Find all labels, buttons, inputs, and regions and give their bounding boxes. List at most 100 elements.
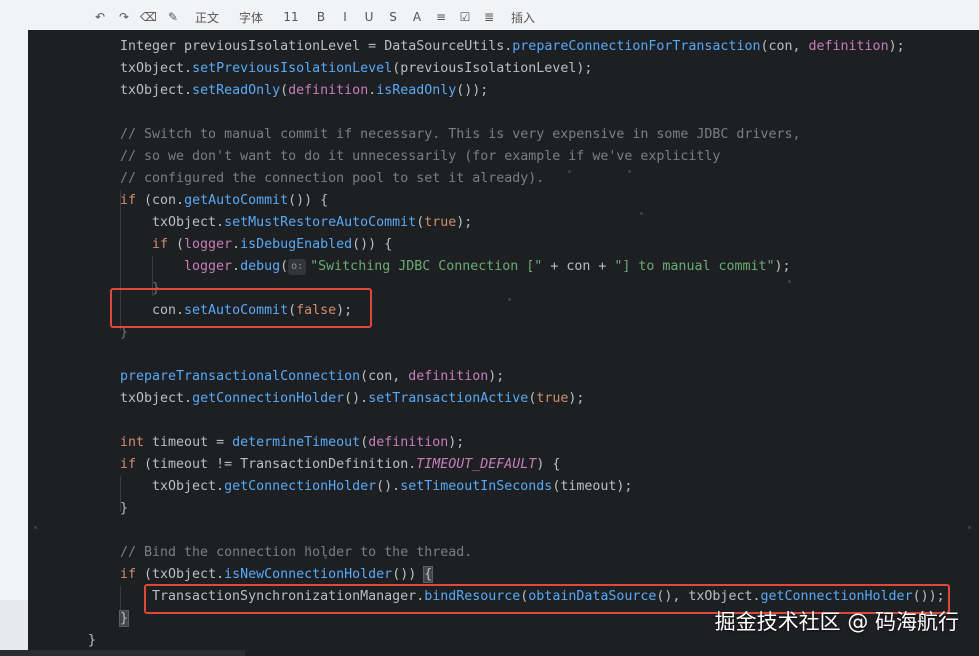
code-token: setTimeoutInSeconds [400, 479, 553, 494]
code-line: txObject.getConnectionHolder().setTransa… [120, 388, 584, 410]
editor-bottom-strip [0, 650, 245, 656]
code-string: "] to manual commit" [614, 259, 775, 274]
code-token: ( [168, 237, 185, 252]
code-token: ); [888, 39, 905, 54]
code-token: ()); [456, 83, 489, 98]
code-comment: // Switch to manual commit if necessary.… [120, 127, 801, 142]
code-token: ()) { [352, 237, 393, 252]
code-token: ( [280, 83, 289, 98]
background-dot [968, 526, 971, 529]
code-token: isDebugEnabled [240, 237, 353, 252]
strikethrough-button[interactable]: S [385, 10, 401, 24]
code-token: DataSourceUtils [384, 39, 505, 54]
code-token: if [120, 193, 137, 208]
code-comment: // Bind the connection holder to the thr… [120, 545, 473, 560]
code-line: if (timeout != TransactionDefinition.TIM… [120, 454, 560, 476]
code-token: (txObject. [136, 567, 225, 582]
code-token: if [120, 457, 137, 472]
font-family-select[interactable]: 字体 [239, 9, 263, 26]
code-line: txObject.getConnectionHolder().setTimeou… [152, 476, 632, 498]
format-painter-icon[interactable]: ⌫ [140, 10, 157, 24]
paragraph-style-select[interactable]: 正文 [195, 9, 219, 26]
code-token: ); [774, 259, 791, 274]
align-button[interactable]: ≣ [481, 10, 497, 24]
closing-brace: } [118, 608, 130, 630]
code-token: (timeout); [552, 479, 633, 494]
code-line: prepareTransactionalConnection(con, defi… [120, 366, 504, 388]
code-token: isReadOnly [376, 83, 457, 98]
undo-icon[interactable]: ↶ [92, 10, 108, 24]
code-token: true [536, 391, 569, 406]
code-editor[interactable]: Integer previousIsolationLevel = DataSou… [28, 30, 979, 656]
code-token: ); [448, 435, 465, 450]
code-line: if (con.getAutoCommit()) { [120, 190, 328, 212]
matched-brace: { [423, 566, 434, 583]
code-token: timeout = [144, 435, 233, 450]
code-token: ); [568, 391, 585, 406]
code-comment: // so we don't want to do it unnecessari… [120, 149, 721, 164]
code-token: txObject. [120, 61, 193, 76]
code-token: getAutoCommit [184, 193, 289, 208]
redo-icon[interactable]: ↷ [116, 10, 132, 24]
insert-menu[interactable]: 插入 [511, 9, 535, 26]
code-token: ()) { [288, 193, 329, 208]
highlight-box-set-auto-commit [110, 288, 372, 328]
code-line: Integer previousIsolationLevel = DataSou… [120, 36, 905, 58]
code-token: logger [184, 237, 233, 252]
background-page-margin-bottom [0, 600, 28, 656]
code-token: prepareConnectionForTransaction [512, 39, 761, 54]
code-token: previousIsolationLevel = [176, 39, 385, 54]
code-token: definition [288, 83, 369, 98]
code-token: int [120, 435, 145, 450]
list-button[interactable]: ≡ [433, 10, 449, 24]
italic-button[interactable]: I [337, 10, 353, 24]
code-token: determineTimeout [232, 435, 361, 450]
code-token: txObject. [152, 215, 225, 230]
code-token: prepareTransactionalConnection [120, 369, 361, 384]
font-color-button[interactable]: A [409, 10, 425, 24]
background-editor-toolbar: ↶ ↷ ⌫ ✎ 正文 字体 11 B I U S A ≡ ☑ ≣ 插入 [0, 0, 979, 34]
code-token: definition [808, 39, 889, 54]
clear-format-icon[interactable]: ✎ [165, 10, 181, 24]
background-dot [640, 212, 643, 215]
closing-brace: } [88, 633, 97, 648]
code-token: (). [344, 391, 369, 406]
watermark: 掘金技术社区 @ 码海航行 [714, 610, 959, 634]
code-token: txObject. [152, 479, 225, 494]
bold-button[interactable]: B [313, 10, 329, 24]
background-dot [34, 526, 37, 529]
code-line: txObject.setPreviousIsolationLevel(previ… [120, 58, 592, 80]
background-page-margin [0, 34, 28, 656]
underline-button[interactable]: U [361, 10, 377, 24]
code-token: (con. [136, 193, 185, 208]
code-token: definition [408, 369, 489, 384]
code-token: getConnectionHolder [224, 479, 377, 494]
code-comment: // configured the connection pool to set… [120, 171, 545, 186]
code-token: txObject. [120, 391, 193, 406]
code-token: logger [184, 259, 233, 274]
code-token: ); [488, 369, 505, 384]
background-dot [508, 298, 511, 301]
code-token: ()) [392, 567, 425, 582]
code-token: (timeout != [136, 457, 241, 472]
code-line: int timeout = determineTimeout(definitio… [120, 432, 464, 454]
code-token: (con, [760, 39, 809, 54]
code-token: ( [280, 259, 289, 274]
code-token: (con, [360, 369, 409, 384]
code-token: setReadOnly [192, 83, 281, 98]
code-token: setMustRestoreAutoCommit [224, 215, 417, 230]
background-dot [628, 170, 631, 173]
code-token: (). [376, 479, 401, 494]
closing-brace: } [120, 501, 129, 516]
background-dot [788, 280, 791, 283]
code-token: TransactionDefinition [240, 457, 409, 472]
code-token: ( [360, 435, 369, 450]
code-line: if (logger.isDebugEnabled()) { [152, 234, 392, 256]
code-token: true [424, 215, 457, 230]
checklist-button[interactable]: ☑ [457, 10, 473, 24]
code-token: setPreviousIsolationLevel [192, 61, 393, 76]
code-token: definition [368, 435, 449, 450]
code-token: if [120, 567, 137, 582]
font-size-select[interactable]: 11 [283, 10, 299, 24]
code-token: setTransactionActive [368, 391, 529, 406]
